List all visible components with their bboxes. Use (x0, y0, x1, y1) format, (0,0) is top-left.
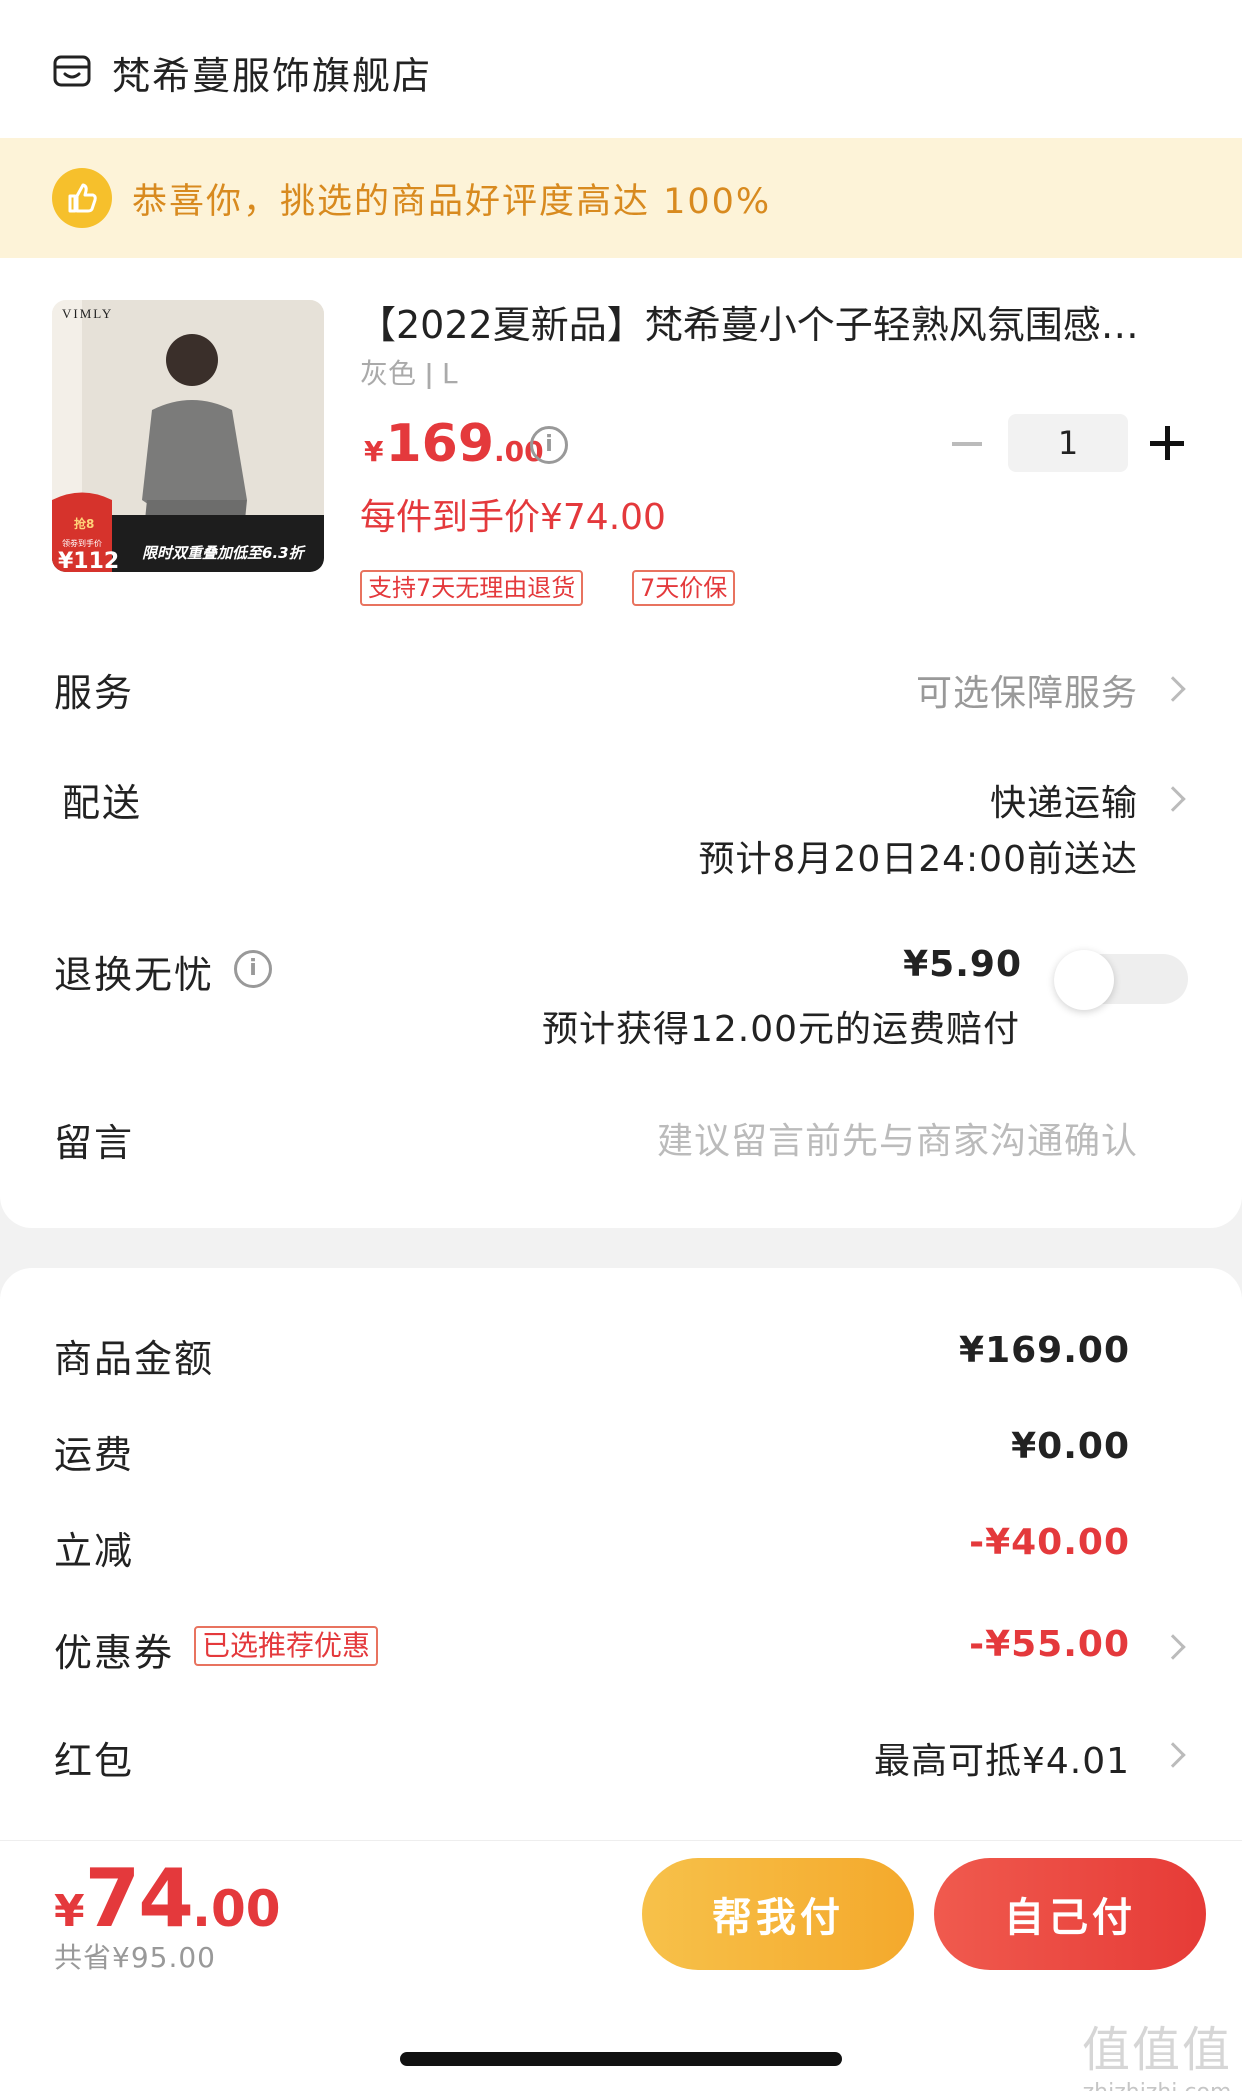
goods-amount-label: 商品金额 (54, 1337, 215, 1381)
product-price: ¥ 169 .00 (364, 414, 544, 474)
price-protection-tag: 7天价保 (632, 570, 736, 606)
increase-quantity-button[interactable] (1150, 424, 1184, 462)
watermark: 值值值 zhizhizhi.com (1082, 2010, 1232, 2091)
product-spec[interactable]: 灰色 ǀ L (360, 352, 458, 392)
service-value[interactable]: 可选保障服务 (916, 664, 1138, 716)
return-policy-tag: 支持7天无理由退货 (360, 570, 584, 606)
price-symbol: ¥ (364, 435, 384, 468)
shipping-fee-label: 运费 (54, 1433, 135, 1477)
message-input[interactable]: 建议留言前先与商家沟通确认 (657, 1112, 1138, 1164)
toggle-knob (1054, 950, 1114, 1010)
home-indicator[interactable] (400, 2052, 842, 2066)
delivery-label: 配送 (62, 781, 143, 825)
return-insurance-label: 退换无忧 (54, 953, 215, 997)
total-decimal: .00 (191, 1880, 281, 1938)
total-saved: 共省¥95.00 (54, 1941, 216, 1974)
quantity-value[interactable]: 1 (1008, 414, 1128, 472)
product-image-banner-text: 限时双重叠加低至6.3折 (142, 544, 307, 562)
red-packet-value[interactable]: 最高可抵¥4.01 (874, 1732, 1130, 1784)
instant-discount-value: -¥40.00 (969, 1522, 1130, 1563)
watermark-logo: 值值值 (1081, 2022, 1232, 2078)
store-header[interactable]: 梵希蔓服饰旗舰店 (52, 46, 432, 98)
final-unit-price: 每件到手价¥74.00 (360, 497, 666, 538)
decrease-quantity-button[interactable] (950, 420, 986, 466)
message-label: 留言 (54, 1121, 135, 1165)
shipping-fee-value: ¥0.00 (1011, 1426, 1130, 1467)
service-label[interactable]: 服务 (54, 662, 134, 717)
return-insurance-price: ¥5.90 (903, 944, 1022, 985)
price-integer: 169 (385, 414, 495, 474)
rating-banner: 恭喜你，挑选的商品好评度高达 100% (0, 138, 1242, 258)
product-image[interactable]: VIMLY 抢8 领劵到手价 ¥112 限时双重叠加低至6.3折 (52, 300, 324, 572)
coupon-recommended-tag: 已选推荐优惠 (194, 1626, 379, 1666)
product-image-badge-top: 抢8 (74, 516, 94, 531)
price-info-icon[interactable]: i (530, 426, 568, 464)
product-image-brand: VIMLY (62, 306, 113, 321)
product-image-badge-caption: 领劵到手价 (62, 538, 102, 548)
order-card: 梵希蔓服饰旗舰店 恭喜你，挑选的商品好评度高达 100% VIMLY 抢8 领劵… (0, 0, 1242, 1228)
instant-discount-label: 立减 (54, 1529, 135, 1573)
rating-text: 恭喜你，挑选的商品好评度高达 100% (132, 181, 772, 222)
product-image-badge-price: ¥112 (58, 549, 119, 572)
service-chevron-icon[interactable] (1160, 676, 1186, 702)
return-insurance-note: 预计获得12.00元的运费赔付 (541, 1009, 1020, 1050)
help-pay-button[interactable]: 帮我付 (642, 1858, 914, 1970)
total-price: ¥ 74 .00 (54, 1852, 281, 1945)
store-name[interactable]: 梵希蔓服饰旗舰店 (112, 45, 432, 100)
return-insurance-toggle[interactable] (1054, 950, 1188, 1010)
total-integer: 74 (84, 1852, 194, 1945)
delivery-eta: 预计8月20日24:00前送达 (698, 839, 1138, 880)
product-title[interactable]: 【2022夏新品】梵希蔓小个子轻熟风氛围感… (358, 294, 1188, 350)
red-packet-label[interactable]: 红包 (54, 1730, 134, 1785)
total-symbol: ¥ (54, 1886, 85, 1937)
coupon-value[interactable]: -¥55.00 (969, 1624, 1130, 1665)
thumbs-up-icon (52, 168, 112, 228)
delivery-chevron-icon[interactable] (1160, 786, 1186, 812)
coupon-label[interactable]: 优惠券 (54, 1622, 174, 1677)
watermark-url: zhizhizhi.com (1083, 2080, 1232, 2091)
store-icon (53, 55, 91, 87)
self-pay-button[interactable]: 自己付 (934, 1858, 1206, 1970)
goods-amount-value: ¥169.00 (959, 1330, 1130, 1371)
return-info-icon[interactable]: i (234, 950, 272, 988)
delivery-value[interactable]: 快递运输 (990, 774, 1138, 826)
